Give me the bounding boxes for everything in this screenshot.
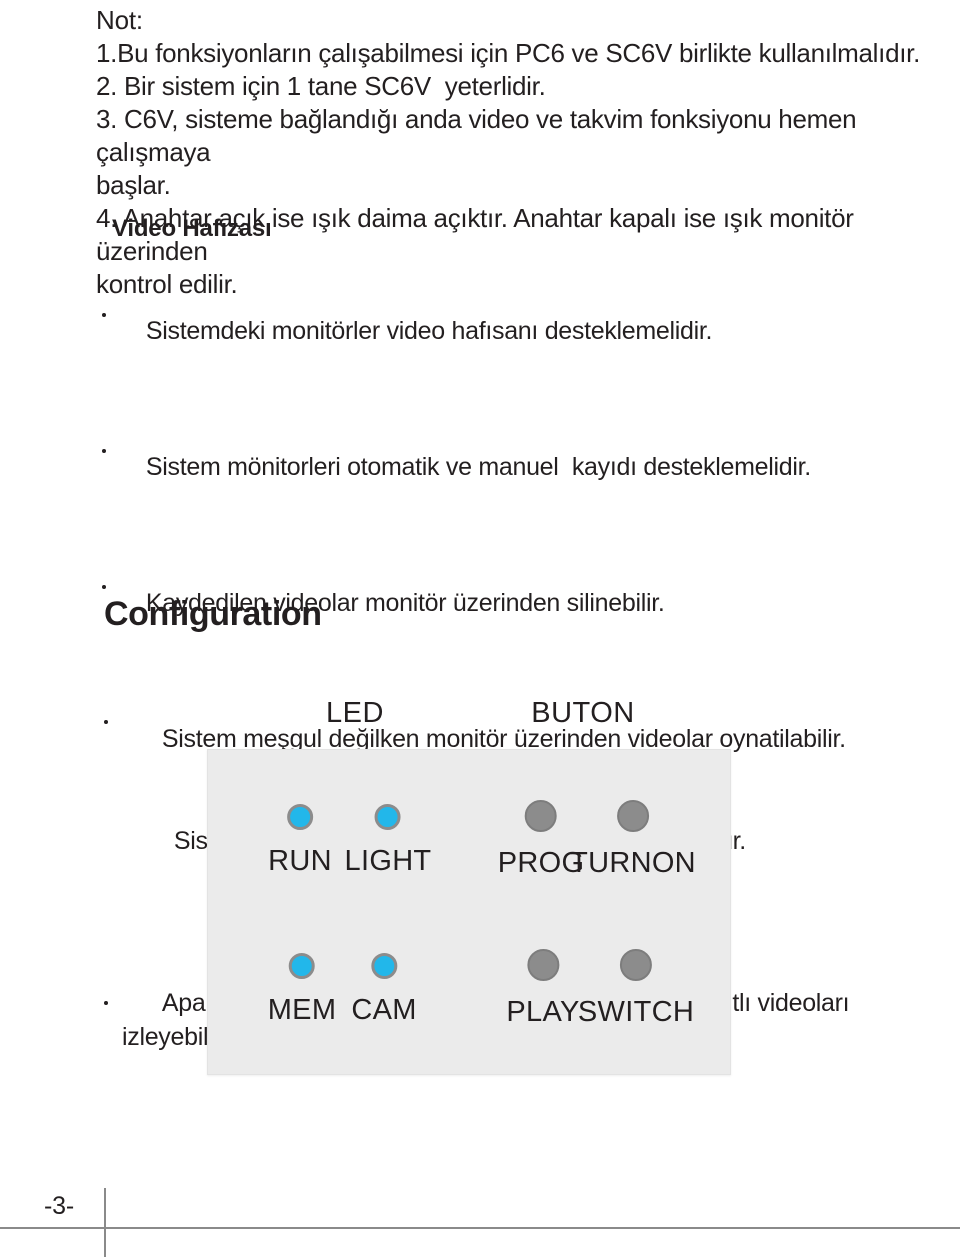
column-header-led: LED (326, 697, 384, 729)
panel-indicator-light: LIGHT (345, 804, 432, 878)
panel-indicator-switch[interactable]: SWITCH (578, 949, 694, 1029)
list-item-label: Sistemdeki monitörler video hafısanı des… (145, 317, 713, 345)
bullet-icon (104, 1001, 108, 1005)
led-indicator-icon (286, 804, 313, 830)
panel-indicator-label: PLAY (506, 996, 580, 1028)
configuration-heading: Configuration (104, 595, 322, 633)
list-item: Sistem mönitorleri otomatik ve manuel ka… (96, 382, 926, 518)
push-button-icon[interactable] (524, 800, 557, 832)
device-panel: RUN LIGHT PROG TURNON MEM CAM PLAY SWITCH (207, 749, 731, 1075)
led-indicator-icon (375, 804, 401, 830)
panel-indicator-turnon[interactable]: TURNON (570, 800, 696, 880)
panel-indicator-run: RUN (268, 804, 332, 878)
note-line: 2. Bir sistem için 1 tane SC6V yeterlidi… (96, 71, 546, 101)
panel-indicator-label: RUN (268, 845, 332, 877)
list-item-label: Sistem mönitorleri otomatik ve manuel ka… (145, 453, 811, 481)
panel-column-headers: LED BUTON (207, 697, 731, 749)
bullet-icon (102, 449, 106, 453)
note-line: 1.Bu fonksiyonların çalışabilmesi için P… (96, 38, 921, 68)
push-button-icon[interactable] (619, 949, 652, 981)
bullet-icon (102, 313, 106, 317)
panel-indicator-label: CAM (351, 994, 417, 1026)
panel-indicator-label: LIGHT (344, 845, 432, 877)
panel-indicator-label: SWITCH (577, 996, 695, 1028)
bullet-icon (102, 585, 106, 589)
push-button-icon[interactable] (617, 800, 649, 832)
video-memory-title: Video Hafızası (112, 215, 272, 242)
footer-vertical-rule (104, 1188, 106, 1257)
panel-indicator-play[interactable]: PLAY (506, 949, 579, 1029)
page-canvas: Not: 1.Bu fonksiyonların çalışabilmesi i… (0, 0, 960, 1257)
footer-horizontal-rule (0, 1227, 960, 1229)
panel-indicator-mem: MEM (268, 953, 337, 1027)
note-line: başlar. (96, 170, 171, 200)
bullet-icon (104, 720, 108, 724)
push-button-icon[interactable] (527, 949, 559, 981)
note-line: 3. C6V, sisteme bağlandığı anda video ve… (96, 104, 864, 167)
panel-indicator-label: MEM (267, 994, 337, 1026)
list-item: Sistemdeki monitörler video hafısanı des… (96, 246, 926, 382)
led-indicator-icon (289, 953, 315, 979)
led-indicator-icon (371, 953, 397, 979)
notes-heading: Not: (96, 5, 143, 35)
panel-indicator-label: TURNON (570, 847, 696, 879)
panel-indicator-cam: CAM (351, 953, 416, 1027)
configuration-diagram: LED BUTON RUN LIGHT PROG TURNON MEM CAM PLAY SW… (207, 697, 731, 1075)
page-number: -3- (44, 1192, 74, 1220)
column-header-buton: BUTON (531, 697, 635, 729)
